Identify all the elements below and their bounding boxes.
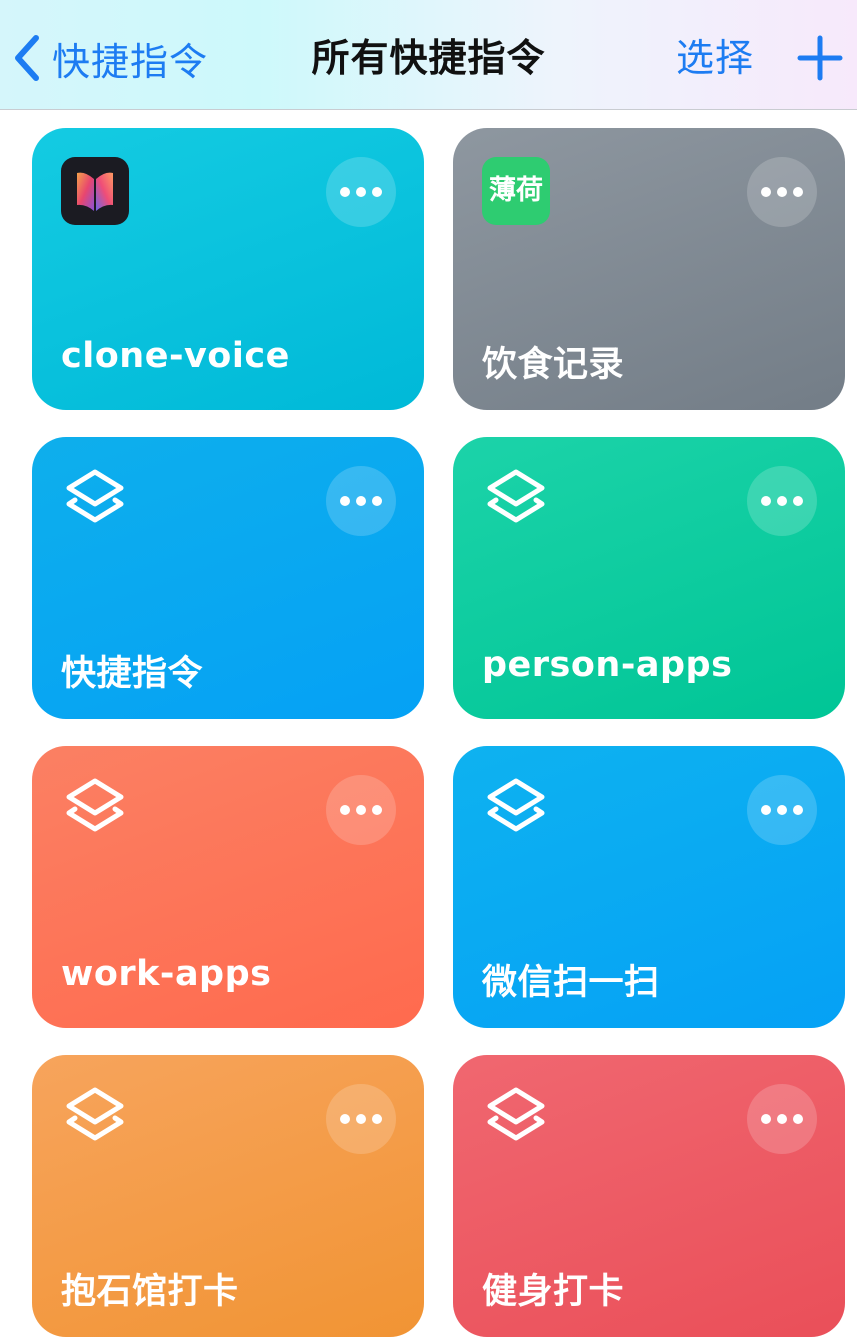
back-button-label: 快捷指令 bbox=[52, 39, 209, 84]
more-options-button[interactable] bbox=[326, 157, 396, 227]
more-options-button[interactable] bbox=[326, 466, 396, 536]
navigation-bar: 快捷指令 所有快捷指令 选择 bbox=[0, 0, 857, 110]
ellipsis-icon bbox=[340, 496, 350, 506]
more-options-button[interactable] bbox=[747, 1084, 817, 1154]
shortcut-card[interactable]: person-apps bbox=[453, 437, 845, 719]
plus-icon[interactable] bbox=[796, 34, 844, 82]
shortcut-title: 快捷指令 bbox=[61, 654, 204, 694]
shortcut-card[interactable]: 微信扫一扫 bbox=[453, 746, 845, 1028]
shortcut-title: 抱石馆打卡 bbox=[61, 1272, 239, 1312]
shortcut-card[interactable]: work-apps bbox=[32, 746, 424, 1028]
ellipsis-icon bbox=[340, 805, 350, 815]
more-options-button[interactable] bbox=[326, 1084, 396, 1154]
shortcuts-stack-icon bbox=[487, 778, 545, 832]
more-options-button[interactable] bbox=[747, 157, 817, 227]
shortcuts-stack-icon bbox=[66, 1087, 124, 1141]
shortcuts-stack-icon bbox=[66, 469, 124, 523]
ellipsis-icon bbox=[761, 496, 771, 506]
books-app-icon bbox=[61, 157, 129, 225]
ellipsis-icon bbox=[761, 187, 771, 197]
ellipsis-icon bbox=[761, 805, 771, 815]
shortcut-card[interactable]: 抱石馆打卡 bbox=[32, 1055, 424, 1337]
more-options-button[interactable] bbox=[747, 775, 817, 845]
chevron-left-icon bbox=[15, 35, 39, 81]
shortcut-title: 健身打卡 bbox=[482, 1272, 625, 1312]
ellipsis-icon bbox=[761, 1114, 771, 1124]
shortcut-card[interactable]: clone-voice bbox=[32, 128, 424, 410]
shortcut-title: person-apps bbox=[482, 645, 733, 685]
back-button[interactable]: 快捷指令 bbox=[12, 30, 208, 86]
ellipsis-icon bbox=[340, 1114, 350, 1124]
shortcut-card[interactable]: 薄荷 饮食记录 bbox=[453, 128, 845, 410]
shortcuts-stack-icon bbox=[487, 469, 545, 523]
shortcut-title: 微信扫一扫 bbox=[482, 963, 660, 1003]
shortcuts-stack-icon bbox=[66, 778, 124, 832]
shortcut-card[interactable]: 健身打卡 bbox=[453, 1055, 845, 1337]
more-options-button[interactable] bbox=[326, 775, 396, 845]
ellipsis-icon bbox=[340, 187, 350, 197]
mint-app-icon: 薄荷 bbox=[482, 157, 550, 225]
more-options-button[interactable] bbox=[747, 466, 817, 536]
select-button[interactable]: 选择 bbox=[676, 30, 754, 86]
shortcut-title: clone-voice bbox=[61, 336, 290, 376]
shortcuts-grid: clone-voice 薄荷 饮食记录 快捷指令 person-apps wor… bbox=[0, 110, 857, 1342]
shortcut-title: 饮食记录 bbox=[482, 345, 625, 385]
shortcuts-stack-icon bbox=[487, 1087, 545, 1141]
shortcut-card[interactable]: 快捷指令 bbox=[32, 437, 424, 719]
shortcut-title: work-apps bbox=[61, 954, 272, 994]
